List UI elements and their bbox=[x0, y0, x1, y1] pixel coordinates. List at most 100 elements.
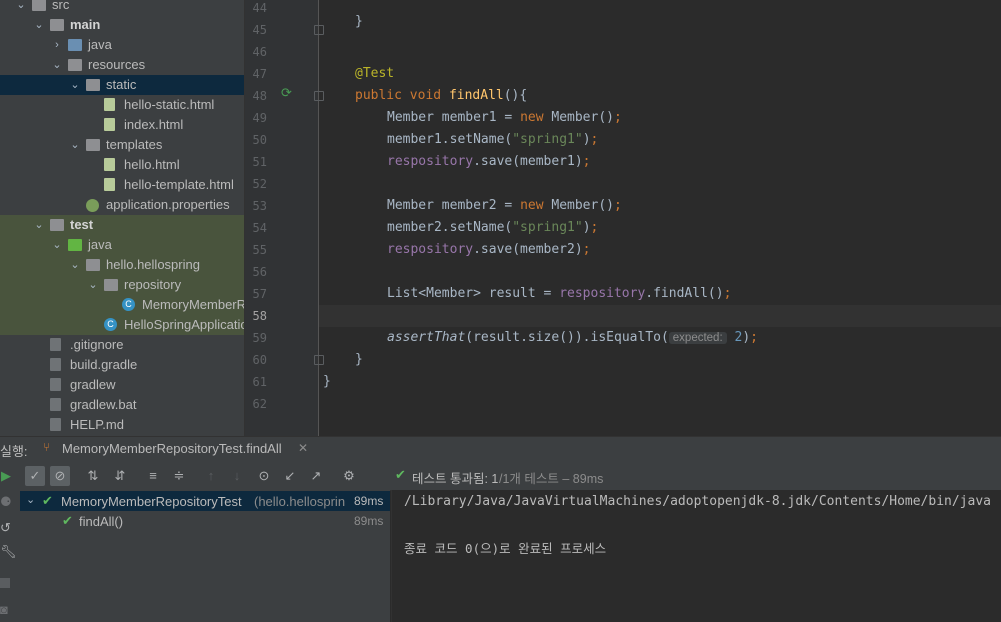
project-tree-row[interactable]: ⌄ src bbox=[0, 0, 244, 15]
stop-icon[interactable] bbox=[0, 578, 10, 588]
close-tab-icon[interactable]: ✕ bbox=[298, 441, 308, 455]
code-editor[interactable]: 44 45 46 47 48 49 50 51 52 53 54 55 56 57 58 59 60 61 62 ⟳… bbox=[245, 0, 1001, 436]
line-number: 47 bbox=[252, 67, 267, 81]
export-tests-icon[interactable]: ↗ bbox=[306, 466, 326, 486]
current-line-highlight bbox=[319, 305, 1001, 327]
history-icon[interactable]: ⊙ bbox=[254, 466, 274, 486]
project-tree-row[interactable]: HELP.md bbox=[0, 415, 244, 435]
project-tree-label: src bbox=[52, 0, 70, 12]
test-results-row[interactable]: ⌄ ✔ MemoryMemberRepositoryTest (hello.he… bbox=[20, 491, 390, 511]
console-line: /Library/Java/JavaVirtualMachines/adopto… bbox=[404, 494, 1001, 509]
code-line-53: Member member2 = new Member(); bbox=[387, 198, 622, 213]
debug-icon[interactable]: ⚈ bbox=[0, 494, 12, 510]
line-number: 52 bbox=[252, 177, 267, 191]
project-tree-row[interactable]: .gitignore bbox=[0, 335, 244, 355]
file-icon bbox=[50, 378, 61, 391]
project-tree-row[interactable]: gradlew.bat bbox=[0, 395, 244, 415]
import-tests-icon[interactable]: ↙ bbox=[280, 466, 300, 486]
code-line-50: member1.setName("spring1"); bbox=[387, 132, 599, 147]
run-tab-title[interactable]: MemoryMemberRepositoryTest.findAll bbox=[62, 441, 282, 456]
project-tree-row[interactable]: › java bbox=[0, 35, 244, 55]
run-toolbar: ▶ ✓ ⊘ ⇅ ⇵ ≡ ≑ ↑ ↓ ⊙ ↙ ↗ ⚙ ✔ 테스트 통과됨: 1 /… bbox=[0, 462, 1001, 491]
line-number: 54 bbox=[252, 221, 267, 235]
run-test-gutter-icon[interactable]: ⟳ bbox=[281, 85, 292, 101]
folder-icon bbox=[68, 59, 82, 71]
folder-icon bbox=[50, 219, 64, 231]
chevron-down-icon[interactable]: ⌄ bbox=[16, 0, 26, 15]
chevron-down-icon[interactable]: ⌄ bbox=[70, 135, 80, 155]
chevron-down-icon[interactable]: ⌄ bbox=[52, 235, 62, 255]
chevron-right-icon[interactable]: › bbox=[52, 35, 62, 55]
project-tree-row[interactable]: ⌄ main bbox=[0, 15, 244, 35]
chevron-down-icon[interactable]: ⌄ bbox=[34, 15, 44, 35]
fold-marker[interactable] bbox=[314, 91, 324, 101]
line-number: 62 bbox=[252, 397, 267, 411]
project-tree-row[interactable]: C MemoryMemberRepositoryTest bbox=[0, 295, 244, 315]
project-tree-label: HelloSpringApplicationTests bbox=[124, 317, 244, 332]
console-output[interactable]: /Library/Java/JavaVirtualMachines/adopto… bbox=[391, 490, 1001, 622]
fold-marker[interactable] bbox=[314, 355, 324, 365]
restore-icon[interactable]: ↺ bbox=[0, 520, 11, 536]
project-tree-row[interactable]: ⌄ resources bbox=[0, 55, 244, 75]
project-tree-row[interactable]: hello.html bbox=[0, 155, 244, 175]
project-tree-row[interactable]: hello-static.html bbox=[0, 95, 244, 115]
expand-all-icon[interactable]: ≡ bbox=[143, 466, 163, 486]
fold-marker[interactable] bbox=[314, 25, 324, 35]
project-tree-label: HELP.md bbox=[70, 417, 124, 432]
code-line-48: public void findAll(){ bbox=[355, 88, 528, 103]
collapse-all-icon[interactable]: ≑ bbox=[169, 466, 189, 486]
settings-gear-icon[interactable]: ⚙ bbox=[339, 466, 359, 486]
folder-icon bbox=[50, 19, 64, 31]
project-tree-row[interactable]: ⌄ templates bbox=[0, 135, 244, 155]
project-tree-row[interactable]: hello-template.html bbox=[0, 175, 244, 195]
chevron-down-icon[interactable]: ⌄ bbox=[34, 215, 44, 235]
project-tree-row[interactable]: index.html bbox=[0, 115, 244, 135]
gradle-file-icon bbox=[50, 358, 61, 371]
previous-failed-icon[interactable]: ↑ bbox=[201, 466, 221, 486]
project-tree-row[interactable]: gradlew bbox=[0, 375, 244, 395]
project-tree-label: index.html bbox=[124, 117, 184, 132]
project-tool-window: ⌄ src ⌄ main › java ⌄ resources ⌄ static hello-sta… bbox=[0, 0, 244, 436]
project-tree-row[interactable]: ⌄ test bbox=[0, 215, 244, 235]
chevron-down-icon[interactable]: ⌄ bbox=[70, 75, 80, 95]
line-number: 61 bbox=[252, 375, 267, 389]
project-tree-row[interactable]: build.gradle bbox=[0, 355, 244, 375]
show-ignored-icon[interactable]: ⊘ bbox=[50, 466, 70, 486]
passed-check-icon: ✔ bbox=[42, 493, 53, 508]
project-tree-label: java bbox=[88, 237, 112, 252]
line-number: 58 bbox=[252, 309, 267, 323]
code-line-54: member2.setName("spring1"); bbox=[387, 220, 599, 235]
rerun-icon[interactable]: ▶ bbox=[0, 466, 16, 486]
line-number: 48 bbox=[252, 89, 267, 103]
chevron-down-icon[interactable]: ⌄ bbox=[88, 275, 98, 295]
test-results-row[interactable]: ✔ findAll() 89ms bbox=[20, 511, 390, 531]
line-number: 44 bbox=[252, 1, 267, 15]
project-tree-row[interactable]: C HelloSpringApplicationTests bbox=[0, 315, 244, 335]
sort-duration-icon[interactable]: ⇵ bbox=[110, 466, 130, 486]
code-line-59: assertThat(result.size()).isEqualTo(expe… bbox=[387, 330, 758, 345]
html-file-icon bbox=[104, 158, 115, 171]
run-tab-bar: 실행: ⑂ MemoryMemberRepositoryTest.findAll… bbox=[0, 436, 1001, 463]
camera-icon[interactable]: ◙ bbox=[0, 602, 8, 617]
chevron-down-icon[interactable]: ⌄ bbox=[70, 255, 80, 275]
project-tree-row[interactable]: application.properties bbox=[0, 195, 244, 215]
project-tree-label: test bbox=[70, 217, 94, 232]
expand-arrow-icon[interactable]: ⌄ bbox=[26, 493, 35, 506]
next-failed-icon[interactable]: ↓ bbox=[227, 466, 247, 486]
folder-icon bbox=[86, 139, 100, 151]
sort-alpha-icon[interactable]: ⇅ bbox=[83, 466, 103, 486]
code-line-60: } bbox=[355, 352, 363, 367]
wrench-icon[interactable]: 🔧︎ bbox=[0, 544, 17, 560]
markdown-file-icon bbox=[50, 418, 61, 431]
project-tree-row[interactable]: ⌄ repository bbox=[0, 275, 244, 295]
project-tree-row[interactable]: ⌄ java bbox=[0, 235, 244, 255]
project-tree-row[interactable]: ⌄ static bbox=[0, 75, 244, 95]
html-file-icon bbox=[104, 118, 115, 131]
chevron-down-icon[interactable]: ⌄ bbox=[52, 55, 62, 75]
show-passed-icon[interactable]: ✓ bbox=[25, 466, 45, 486]
code-line-55: respository.save(member2); bbox=[387, 242, 591, 257]
line-number: 56 bbox=[252, 265, 267, 279]
test-method-name: findAll() bbox=[79, 514, 124, 529]
project-tree-row[interactable]: ⌄ hello.hellospring bbox=[0, 255, 244, 275]
line-number: 46 bbox=[252, 45, 267, 59]
